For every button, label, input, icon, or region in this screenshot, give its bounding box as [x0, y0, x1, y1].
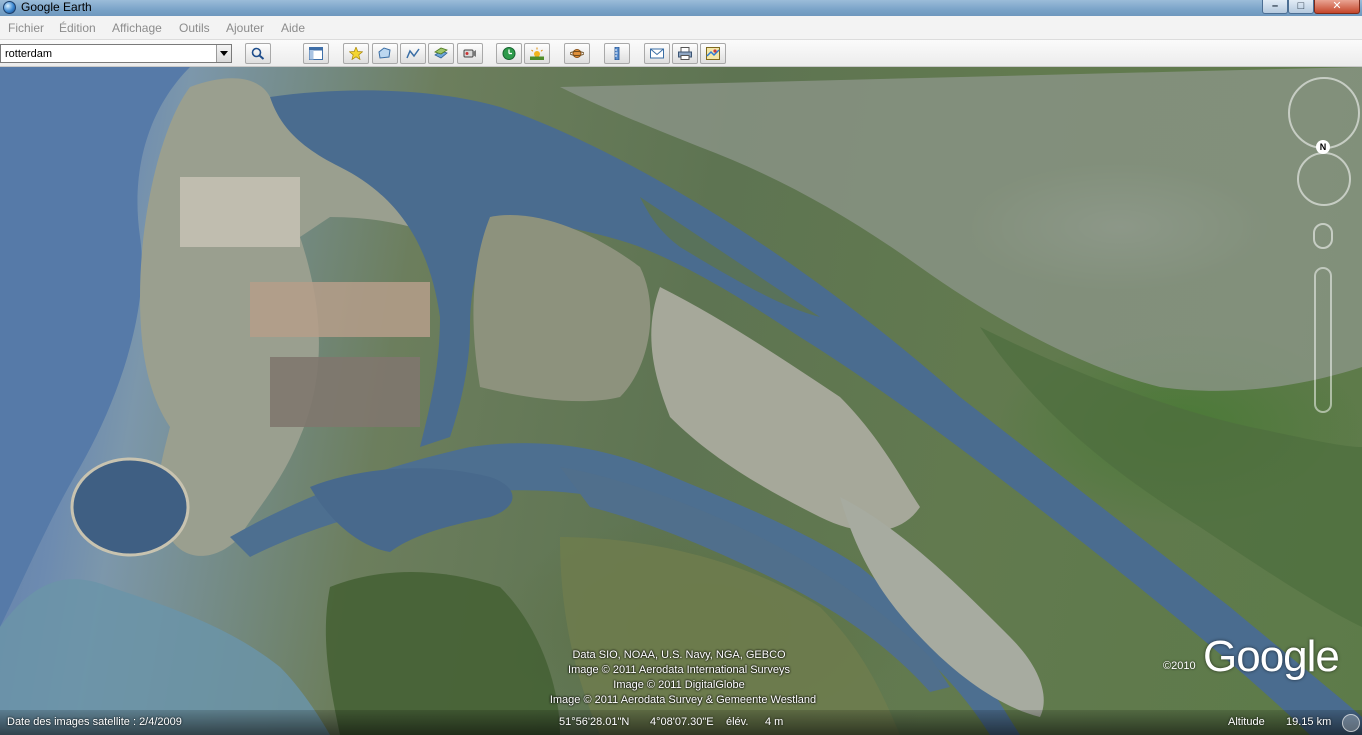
add-placemark-button[interactable]: [343, 43, 369, 64]
chevron-down-icon: [220, 51, 228, 56]
menu-bar: Fichier Édition Affichage Outils Ajouter…: [0, 16, 1362, 40]
placemark-icon: [349, 47, 363, 60]
sunlight-icon: [530, 47, 544, 60]
maximize-button[interactable]: □: [1288, 0, 1314, 14]
elevation-value: 4 m: [765, 716, 784, 728]
add-image-overlay-button[interactable]: [428, 43, 454, 64]
record-tour-button[interactable]: [457, 43, 483, 64]
sidebar-toggle-icon: [309, 47, 323, 60]
search-combobox[interactable]: [0, 44, 232, 63]
sidebar-toggle-button[interactable]: [303, 43, 329, 64]
email-icon: [650, 48, 664, 59]
record-tour-icon: [463, 49, 476, 58]
close-button[interactable]: ✕: [1314, 0, 1360, 14]
ruler-button[interactable]: [604, 43, 630, 64]
planets-icon: [570, 49, 584, 58]
ruler-icon: [614, 47, 620, 60]
minimize-icon: –: [1271, 0, 1279, 12]
attribution-line-4: Image © 2011 Aerodata Survey & Gemeente …: [549, 694, 817, 706]
elevation-label: élév.: [726, 716, 749, 728]
zoom-slider[interactable]: [1314, 267, 1332, 413]
attribution-line-3: Image © 2011 DigitalGlobe: [613, 679, 745, 691]
title-bar: Google Earth – □ ✕: [0, 0, 1362, 16]
menu-aide[interactable]: Aide: [281, 21, 305, 35]
streaming-indicator-icon: [1342, 714, 1360, 732]
menu-outils[interactable]: Outils: [179, 21, 210, 35]
longitude-readout: 4°08'07.30"E: [650, 716, 714, 728]
email-button[interactable]: [644, 43, 670, 64]
sunlight-button[interactable]: [524, 43, 550, 64]
compass-ring[interactable]: [1288, 77, 1360, 149]
polygon-icon: [378, 47, 391, 59]
toolbar: [0, 40, 1362, 67]
add-polygon-button[interactable]: [372, 43, 398, 64]
attribution-line-1: Data SIO, NOAA, U.S. Navy, NGA, GEBCO: [572, 649, 786, 661]
google-logo: Google: [1203, 632, 1340, 681]
minimize-button[interactable]: –: [1262, 0, 1288, 14]
menu-edition[interactable]: Édition: [59, 21, 96, 35]
attribution-line-2: Image © 2011 Aerodata International Surv…: [568, 664, 790, 676]
historical-imagery-button[interactable]: [496, 43, 522, 64]
search-input[interactable]: [1, 45, 215, 62]
print-button[interactable]: [672, 43, 698, 64]
pan-control[interactable]: [1297, 152, 1351, 206]
path-icon: [406, 48, 420, 59]
altitude-label: Altitude: [1228, 716, 1265, 728]
search-icon: [251, 47, 265, 60]
street-view-pegman[interactable]: [1313, 223, 1333, 249]
print-icon: [678, 47, 692, 60]
map-view-3d[interactable]: N: [0, 67, 1362, 735]
imagery-date: Date des images satellite : 2/4/2009: [7, 716, 182, 728]
maximize-icon: □: [1297, 0, 1305, 12]
close-icon: ✕: [1332, 0, 1342, 12]
latitude-readout: 51°56'28.01"N: [559, 716, 630, 728]
logo-copyright-year: ©2010: [1163, 660, 1196, 672]
satellite-imagery: [0, 67, 1362, 735]
add-path-button[interactable]: [400, 43, 426, 64]
planets-button[interactable]: [564, 43, 590, 64]
menu-ajouter[interactable]: Ajouter: [226, 21, 264, 35]
image-overlay-icon: [434, 47, 448, 59]
view-in-google-maps-button[interactable]: [700, 43, 726, 64]
google-earth-app-icon: [3, 1, 16, 14]
historical-imagery-icon: [502, 47, 516, 60]
view-in-maps-icon: [706, 47, 720, 60]
search-button[interactable]: [245, 43, 271, 64]
search-dropdown-button[interactable]: [216, 45, 231, 62]
menu-affichage[interactable]: Affichage: [112, 21, 162, 35]
window-title: Google Earth: [21, 0, 92, 14]
menu-fichier[interactable]: Fichier: [8, 21, 44, 35]
altitude-value: 19.15 km: [1286, 716, 1332, 728]
